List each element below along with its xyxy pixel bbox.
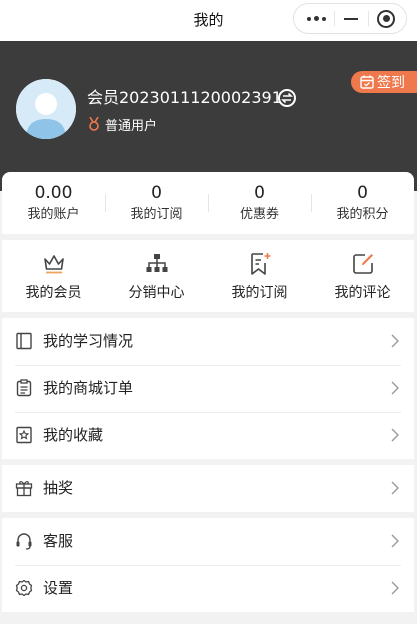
user-type: 普通用户 [88,115,158,134]
stat-coupons[interactable]: 0 优惠券 [208,172,311,234]
shortcut-comments[interactable]: 我的评论 [311,240,414,312]
bookmark-icon [250,253,270,275]
menu-item-label: 抽奖 [43,479,74,497]
menu-item-settings[interactable]: 设置 [2,565,414,612]
crown-icon [43,255,64,274]
menu-item-label: 客服 [43,532,74,550]
menu-item-label: 我的商城订单 [43,379,134,397]
clipboard-icon [16,379,32,397]
menu-item-label: 设置 [43,579,74,597]
chevron-right-icon [391,428,399,442]
title-bar: 我的 [0,0,417,41]
avatar[interactable] [16,79,76,139]
shortcut-subscriptions[interactable]: 我的订阅 [208,240,311,312]
menu-item-favorites[interactable]: 我的收藏 [2,412,414,459]
stat-label: 我的积分 [336,207,389,222]
menu-group-service: 客服 设置 [2,518,414,612]
favorite-icon [16,426,32,444]
menu-item-customer-service[interactable]: 客服 [2,518,414,565]
chevron-right-icon [391,381,399,395]
checkin-button[interactable]: 签到 [351,71,417,93]
menu-item-mall-orders[interactable]: 我的商城订单 [2,365,414,412]
stat-value: 0 [151,183,162,203]
gear-icon [15,579,33,597]
shortcut-label: 我的会员 [25,285,82,301]
minimize-icon [344,17,358,20]
menu-item-label: 我的学习情况 [43,332,134,350]
menu-group-learning: 我的学习情况 我的商城订单 我的收藏 [2,318,414,459]
stats-card: 0.00 我的账户 0 我的订阅 0 优惠券 0 我的积分 [2,172,414,234]
profile-header: 会员2023011120002391 普通用户 签到 [0,41,417,191]
close-target-icon [377,9,395,28]
menu-item-learning-status[interactable]: 我的学习情况 [2,318,414,365]
book-icon [16,332,32,350]
mini-program-capsule [293,3,407,34]
switch-account-icon[interactable] [276,87,298,109]
username: 会员2023011120002391 [87,88,282,107]
stat-label: 我的账户 [27,207,80,222]
org-chart-icon [146,254,167,272]
calendar-icon [360,75,374,89]
chevron-right-icon [391,481,399,495]
shortcut-label: 我的订阅 [231,285,288,301]
stat-value: 0 [357,183,368,203]
shortcut-distribution[interactable]: 分销中心 [105,240,208,312]
close-button[interactable] [368,4,404,33]
medal-icon [89,117,99,131]
stat-points[interactable]: 0 我的积分 [311,172,414,234]
stat-value: 0 [254,183,265,203]
stat-value: 0.00 [34,183,73,203]
chevron-right-icon [391,334,399,348]
user-type-label: 普通用户 [105,118,158,134]
menu-item-lottery[interactable]: 抽奖 [2,465,414,512]
stat-label: 我的订阅 [130,207,183,222]
more-button[interactable] [298,4,334,33]
menu-group-lottery: 抽奖 [2,465,414,512]
chevron-right-icon [391,534,399,548]
checkin-label: 签到 [377,75,405,91]
chevron-right-icon [391,581,399,595]
stat-subscriptions[interactable]: 0 我的订阅 [105,172,208,234]
shortcut-membership[interactable]: 我的会员 [2,240,105,312]
headset-icon [16,533,32,550]
stat-label: 优惠券 [239,207,279,222]
more-dots-icon [306,16,326,21]
shortcut-label: 我的评论 [334,285,391,301]
menu-item-label: 我的收藏 [43,426,104,444]
minimize-button[interactable] [333,4,369,33]
shortcut-label: 分销中心 [128,285,185,301]
gift-icon [15,481,33,497]
edit-icon [352,254,373,274]
shortcut-grid: 我的会员 分销中心 我的订阅 我的评论 [2,240,414,312]
stat-account[interactable]: 0.00 我的账户 [2,172,105,234]
